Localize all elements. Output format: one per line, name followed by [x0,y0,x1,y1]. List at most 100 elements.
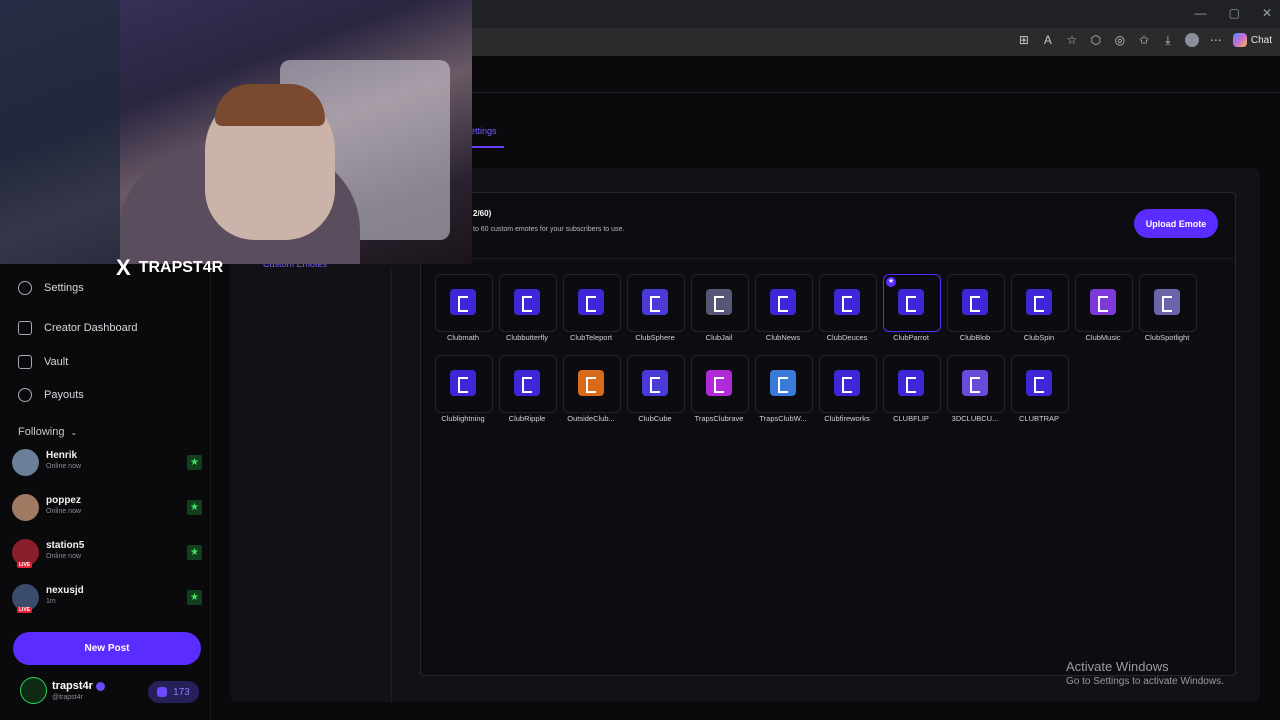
current-user[interactable]: trapst4r @trapst4r 173 [20,677,205,711]
apps-icon[interactable]: ⊞ [1017,33,1031,47]
emote-card[interactable] [499,274,557,332]
webcam-background [0,0,120,264]
emote-label: TrapsClubW... [759,414,807,423]
emote-label: ClubDeuces [826,333,868,342]
emote-card[interactable] [883,355,941,413]
dashboard-icon [18,321,32,335]
chat-button[interactable]: Chat [1232,33,1272,47]
emote-image [706,370,732,396]
emote-image [1026,370,1052,396]
emote-image [642,370,668,396]
user-handle: @trapst4r [52,694,83,701]
emote-label: ClubSpin [1023,333,1055,342]
new-post-button[interactable]: New Post [13,632,201,665]
emote-card[interactable] [755,355,813,413]
emote-card[interactable] [755,274,813,332]
emote-card[interactable] [563,274,621,332]
emote-card[interactable] [627,355,685,413]
following-label: Following [18,426,65,438]
live-badge: LIVE [17,562,33,568]
following-item[interactable]: LIVE nexusjd 1m ★ [12,584,204,616]
emote-card[interactable] [691,355,749,413]
following-item[interactable]: Henrik Online now ★ [12,449,204,481]
emote-label: ClubNews [765,333,801,342]
emote-card[interactable] [1011,355,1069,413]
profile-icon[interactable] [1184,33,1199,47]
star-icon[interactable]: ★ [187,455,202,470]
credits-icon [157,687,168,697]
emote-card[interactable] [1011,274,1069,332]
emote-card[interactable] [947,355,1005,413]
emote-card[interactable] [819,274,877,332]
avatar [12,494,39,521]
emote-label: Clubfireworks [824,414,870,423]
vault-icon [18,355,32,369]
sidebar-item-vault[interactable]: Vault [18,355,68,369]
emote-card[interactable] [819,355,877,413]
emote-card[interactable] [563,355,621,413]
following-status: 1m [46,598,56,605]
sidebar-item-settings[interactable]: Settings [18,281,84,295]
emote-label: ClubSphere [635,333,675,342]
following-status: Online now [46,508,82,515]
star-icon: ★ [886,277,896,287]
emote-card[interactable] [691,274,749,332]
emote-card[interactable] [435,355,493,413]
emote-label: OutsideClub... [567,414,615,423]
emote-image [898,370,924,396]
read-aloud-icon[interactable]: A [1041,33,1055,47]
star-icon[interactable]: ★ [187,545,202,560]
following-toggle[interactable]: Following ⌄ [18,426,77,438]
following-item[interactable]: LIVE station5 Online now ★ [12,539,204,571]
emote-image [450,370,476,396]
copilot-extension-icon[interactable]: ◎ [1113,33,1127,47]
sidebar-item-label: Creator Dashboard [44,322,138,334]
user-name: trapst4r [52,680,105,692]
webcam-overlay [0,0,472,264]
gear-icon [18,281,32,295]
favorites-icon[interactable]: ✩ [1137,33,1151,47]
panel-divider [391,268,392,702]
emote-card[interactable] [435,274,493,332]
maximize-icon[interactable]: ▢ [1229,6,1240,20]
tab-settings[interactable]: ettings [470,126,497,136]
minimize-icon[interactable]: — [1195,6,1207,20]
copilot-icon [1232,33,1247,47]
following-item[interactable]: poppez Online now ★ [12,494,204,526]
emote-image [898,289,924,315]
emote-card[interactable]: ★ [883,274,941,332]
downloads-icon[interactable]: ⤓ [1161,33,1175,47]
emote-label: ClubBlob [959,333,991,342]
extensions-icon[interactable]: ⬡ [1089,33,1103,47]
star-icon[interactable]: ★ [187,590,202,605]
more-icon[interactable]: ⋯ [1209,33,1223,47]
emote-label: 3DCLUBCU... [951,414,999,423]
sidebar-item-payouts[interactable]: Payouts [18,388,84,402]
star-icon[interactable]: ★ [187,500,202,515]
emote-label: ClubParrot [893,333,929,342]
emote-card[interactable] [1139,274,1197,332]
close-icon[interactable]: ✕ [1262,6,1272,20]
emote-image [514,370,540,396]
favorite-icon[interactable]: ☆ [1065,33,1079,47]
emote-label: TrapsClubrave [694,414,744,423]
sidebar-item-label: Vault [44,356,69,368]
avatar [12,449,39,476]
emote-slots-description: to 60 custom emotes for your subscribers… [473,226,625,233]
webcam-person-hair [215,84,325,126]
emote-card[interactable] [499,355,557,413]
emote-card[interactable] [1075,274,1133,332]
emote-slots-count: 2/60) [473,209,492,218]
credits-badge[interactable]: 173 [148,681,199,703]
emote-label: ClubTeleport [569,333,613,342]
upload-emote-button[interactable]: Upload Emote [1134,209,1218,238]
emote-image [962,289,988,315]
following-name: station5 [46,540,85,551]
emote-image [770,370,796,396]
emote-label: ClubMusic [1085,333,1121,342]
following-name: poppez [46,495,81,506]
sidebar-item-creator-dashboard[interactable]: Creator Dashboard [18,321,138,335]
emote-card[interactable] [947,274,1005,332]
emote-image [642,289,668,315]
emote-card[interactable] [627,274,685,332]
